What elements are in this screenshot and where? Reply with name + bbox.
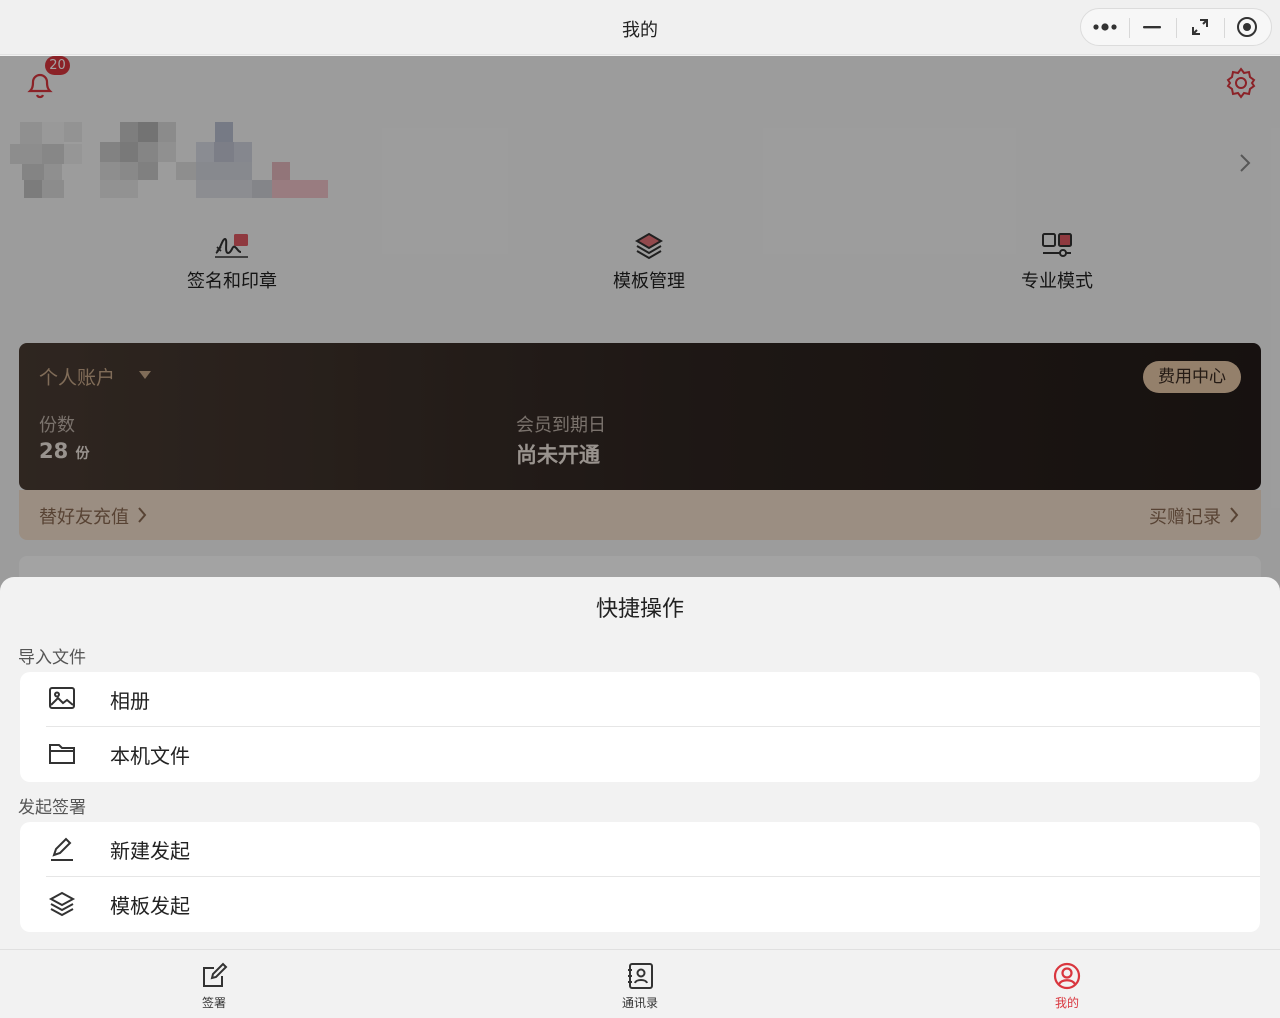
- new-initiate-item[interactable]: 新建发起: [20, 822, 1260, 877]
- close-button[interactable]: [1223, 9, 1272, 45]
- section-import-title: 导入文件: [18, 648, 86, 668]
- more-button[interactable]: [1081, 9, 1129, 45]
- restore-button[interactable]: [1176, 9, 1224, 45]
- import-group: 相册 本机文件: [20, 672, 1260, 782]
- section-initiate-title: 发起签署: [18, 798, 86, 818]
- more-icon: [1093, 23, 1117, 31]
- user-circle-icon: [1053, 962, 1081, 990]
- template-initiate-label: 模板发起: [110, 894, 190, 918]
- local-file-item[interactable]: 本机文件: [20, 727, 1260, 782]
- tab-mine[interactable]: 我的: [1027, 962, 1107, 1011]
- minimize-button[interactable]: [1128, 9, 1177, 45]
- pen-icon: [51, 837, 73, 861]
- folder-icon: [49, 744, 75, 764]
- bottom-tab-bar: 签署 通讯录 我的: [0, 949, 1280, 1018]
- tab-sign[interactable]: 签署: [174, 962, 254, 1011]
- local-file-label: 本机文件: [110, 744, 190, 768]
- record-icon: [1237, 17, 1258, 37]
- contacts-icon: [628, 963, 653, 989]
- layers-icon: [48, 891, 76, 917]
- album-item[interactable]: 相册: [20, 672, 1260, 727]
- tab-contacts[interactable]: 通讯录: [600, 962, 680, 1011]
- quick-actions-sheet: 快捷操作 导入文件 相册 本机文件 发起签署 新建发起 模板发起: [0, 577, 1280, 949]
- tab-sign-label: 签署: [201, 996, 226, 1010]
- edit-icon: [203, 962, 228, 987]
- sheet-title: 快捷操作: [595, 597, 684, 622]
- tab-mine-label: 我的: [1054, 996, 1079, 1010]
- restore-icon: [1191, 19, 1208, 35]
- template-initiate-item[interactable]: 模板发起: [20, 877, 1260, 932]
- initiate-group: 新建发起 模板发起: [20, 822, 1260, 932]
- window-controls: [1080, 8, 1272, 46]
- minimize-icon: [1143, 26, 1162, 29]
- image-icon: [49, 687, 75, 709]
- new-initiate-label: 新建发起: [110, 839, 190, 863]
- window-titlebar: 我的: [0, 0, 1280, 55]
- album-label: 相册: [110, 689, 150, 713]
- tab-contacts-label: 通讯录: [621, 996, 658, 1010]
